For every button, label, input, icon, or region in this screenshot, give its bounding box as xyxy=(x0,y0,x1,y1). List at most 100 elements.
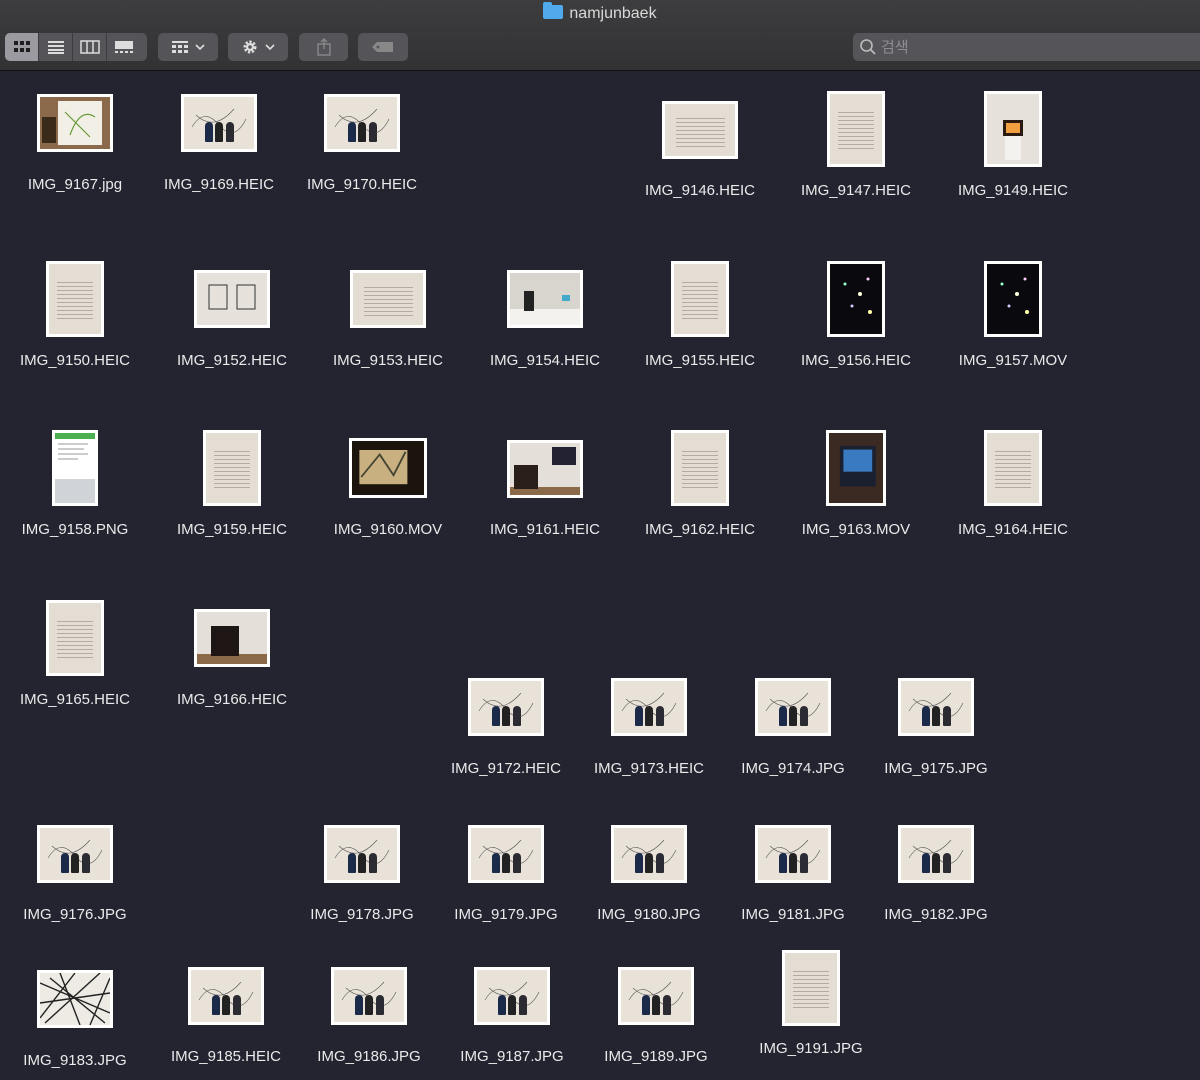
search-field[interactable] xyxy=(853,33,1200,61)
file-thumbnail[interactable] xyxy=(984,91,1042,167)
file-thumbnail[interactable] xyxy=(898,678,974,736)
file-thumbnail[interactable] xyxy=(324,94,400,152)
file-thumbnail[interactable] xyxy=(662,101,738,159)
file-name-label[interactable]: IMG_9155.HEIC xyxy=(625,352,775,369)
file-item[interactable]: IMG_9146.HEIC xyxy=(625,101,775,199)
file-thumbnail[interactable] xyxy=(474,967,550,1025)
action-menu-button[interactable] xyxy=(228,33,288,61)
file-name-label[interactable]: IMG_9165.HEIC xyxy=(0,691,150,708)
group-by-button[interactable] xyxy=(158,33,218,61)
file-name-label[interactable]: IMG_9179.JPG xyxy=(431,906,581,923)
file-name-label[interactable]: IMG_9156.HEIC xyxy=(781,352,931,369)
file-item[interactable]: IMG_9174.JPG xyxy=(718,678,868,777)
file-item[interactable]: IMG_9153.HEIC xyxy=(313,270,463,369)
file-name-label[interactable]: IMG_9172.HEIC xyxy=(431,760,581,777)
file-thumbnail[interactable] xyxy=(46,261,104,337)
file-item[interactable]: IMG_9160.MOV xyxy=(313,438,463,538)
file-name-label[interactable]: IMG_9182.JPG xyxy=(861,906,1011,923)
file-thumbnail[interactable] xyxy=(898,825,974,883)
file-item[interactable]: IMG_9163.MOV xyxy=(781,430,931,538)
file-thumbnail[interactable] xyxy=(188,967,264,1025)
file-name-label[interactable]: IMG_9178.JPG xyxy=(287,906,437,923)
file-thumbnail[interactable] xyxy=(468,825,544,883)
file-name-label[interactable]: IMG_9189.JPG xyxy=(581,1048,731,1065)
file-thumbnail[interactable] xyxy=(507,270,583,328)
file-item[interactable]: IMG_9166.HEIC xyxy=(157,609,307,708)
file-item[interactable]: IMG_9172.HEIC xyxy=(431,678,581,777)
file-item[interactable]: IMG_9152.HEIC xyxy=(157,270,307,369)
file-item[interactable]: IMG_9182.JPG xyxy=(861,825,1011,923)
file-thumbnail[interactable] xyxy=(611,678,687,736)
file-item[interactable]: IMG_9187.JPG xyxy=(437,967,587,1065)
file-item[interactable]: IMG_9191.JPG xyxy=(736,950,886,1057)
file-item[interactable]: IMG_9178.JPG xyxy=(287,825,437,923)
search-input[interactable] xyxy=(879,37,1183,57)
file-item[interactable]: IMG_9165.HEIC xyxy=(0,600,150,708)
share-button[interactable] xyxy=(299,33,348,61)
file-name-label[interactable]: IMG_9153.HEIC xyxy=(313,352,463,369)
file-name-label[interactable]: IMG_9146.HEIC xyxy=(625,182,775,199)
file-name-label[interactable]: IMG_9160.MOV xyxy=(313,521,463,538)
file-thumbnail[interactable] xyxy=(37,825,113,883)
file-name-label[interactable]: IMG_9159.HEIC xyxy=(157,521,307,538)
file-thumbnail[interactable] xyxy=(331,967,407,1025)
file-name-label[interactable]: IMG_9174.JPG xyxy=(718,760,868,777)
file-thumbnail[interactable] xyxy=(755,678,831,736)
file-name-label[interactable]: IMG_9147.HEIC xyxy=(781,182,931,199)
file-name-label[interactable]: IMG_9150.HEIC xyxy=(0,352,150,369)
file-name-label[interactable]: IMG_9158.PNG xyxy=(0,521,150,538)
file-thumbnail[interactable] xyxy=(37,94,113,152)
file-thumbnail[interactable] xyxy=(46,600,104,676)
file-thumbnail[interactable] xyxy=(671,261,729,337)
file-item[interactable]: IMG_9154.HEIC xyxy=(470,270,620,369)
gallery-view-button[interactable] xyxy=(107,33,141,61)
file-item[interactable]: IMG_9149.HEIC xyxy=(938,91,1088,199)
file-thumbnail[interactable] xyxy=(507,440,583,498)
file-item[interactable]: IMG_9169.HEIC xyxy=(144,94,294,193)
file-item[interactable]: IMG_9156.HEIC xyxy=(781,261,931,369)
file-item[interactable]: IMG_9155.HEIC xyxy=(625,261,775,369)
file-item[interactable]: IMG_9186.JPG xyxy=(294,967,444,1065)
file-name-label[interactable]: IMG_9169.HEIC xyxy=(144,176,294,193)
file-name-label[interactable]: IMG_9176.JPG xyxy=(0,906,150,923)
file-item[interactable]: IMG_9170.HEIC xyxy=(287,94,437,193)
file-name-label[interactable]: IMG_9186.JPG xyxy=(294,1048,444,1065)
file-thumbnail[interactable] xyxy=(52,430,98,506)
file-thumbnail[interactable] xyxy=(671,430,729,506)
file-item[interactable]: IMG_9173.HEIC xyxy=(574,678,724,777)
file-thumbnail[interactable] xyxy=(194,609,270,667)
tags-button[interactable] xyxy=(358,33,408,61)
file-thumbnail[interactable] xyxy=(826,430,886,506)
file-thumbnail[interactable] xyxy=(827,261,885,337)
file-thumbnail[interactable] xyxy=(611,825,687,883)
file-item[interactable]: IMG_9189.JPG xyxy=(581,967,731,1065)
file-item[interactable]: IMG_9185.HEIC xyxy=(151,967,301,1065)
file-name-label[interactable]: IMG_9185.HEIC xyxy=(151,1048,301,1065)
file-thumbnail[interactable] xyxy=(37,970,113,1028)
file-name-label[interactable]: IMG_9166.HEIC xyxy=(157,691,307,708)
file-item[interactable]: IMG_9181.JPG xyxy=(718,825,868,923)
file-thumbnail[interactable] xyxy=(618,967,694,1025)
file-item[interactable]: IMG_9180.JPG xyxy=(574,825,724,923)
column-view-button[interactable] xyxy=(73,33,107,61)
file-thumbnail[interactable] xyxy=(827,91,885,167)
file-item[interactable]: IMG_9179.JPG xyxy=(431,825,581,923)
file-name-label[interactable]: IMG_9164.HEIC xyxy=(938,521,1088,538)
file-item[interactable]: IMG_9150.HEIC xyxy=(0,261,150,369)
file-thumbnail[interactable] xyxy=(324,825,400,883)
file-thumbnail[interactable] xyxy=(194,270,270,328)
file-thumbnail[interactable] xyxy=(984,430,1042,506)
file-item[interactable]: IMG_9158.PNG xyxy=(0,430,150,538)
file-thumbnail[interactable] xyxy=(782,950,840,1026)
file-name-label[interactable]: IMG_9181.JPG xyxy=(718,906,868,923)
file-thumbnail[interactable] xyxy=(468,678,544,736)
file-item[interactable]: IMG_9183.JPG xyxy=(0,970,150,1069)
file-name-label[interactable]: IMG_9170.HEIC xyxy=(287,176,437,193)
file-name-label[interactable]: IMG_9163.MOV xyxy=(781,521,931,538)
file-name-label[interactable]: IMG_9152.HEIC xyxy=(157,352,307,369)
file-thumbnail[interactable] xyxy=(203,430,261,506)
file-item[interactable]: IMG_9175.JPG xyxy=(861,678,1011,777)
file-thumbnail[interactable] xyxy=(755,825,831,883)
file-thumbnail[interactable] xyxy=(350,270,426,328)
file-item[interactable]: IMG_9157.MOV xyxy=(938,261,1088,369)
